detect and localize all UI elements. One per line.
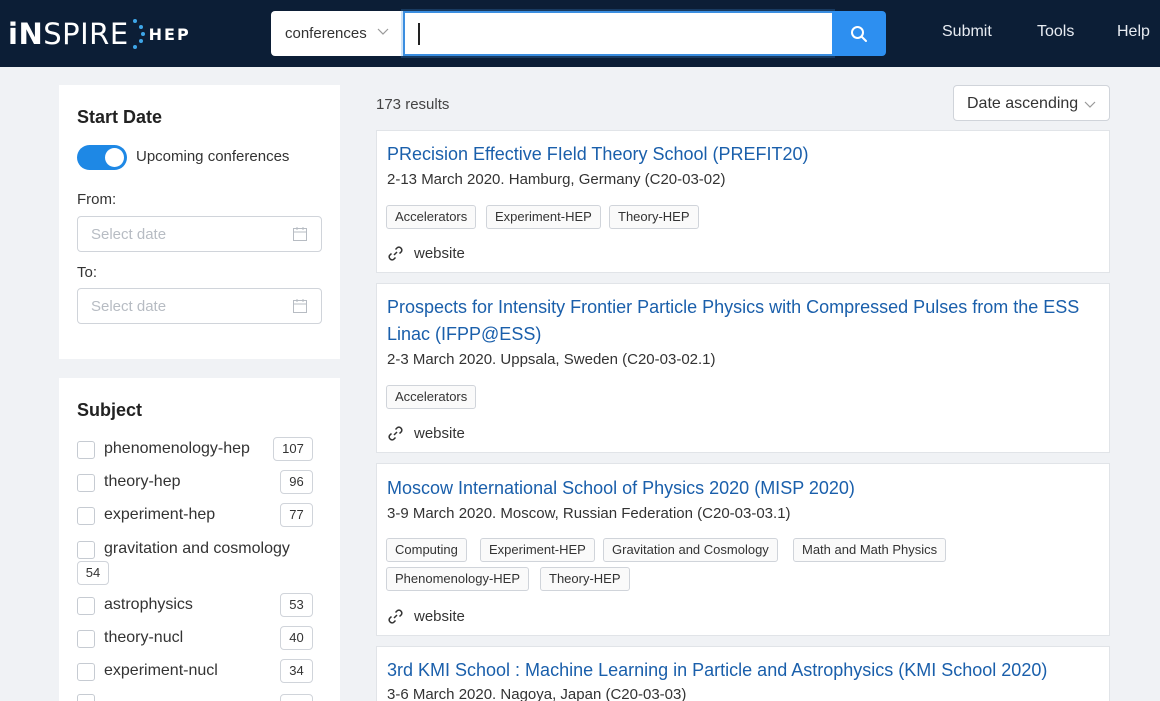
subject-tag: Theory-HEP <box>609 205 699 229</box>
website-link[interactable]: website <box>387 425 465 442</box>
facet-checkbox[interactable] <box>77 441 95 459</box>
conference-title[interactable]: 3rd KMI School : Machine Learning in Par… <box>387 657 1087 684</box>
facet-checkbox[interactable] <box>77 663 95 681</box>
sort-value: Date ascending <box>967 95 1079 112</box>
facet-label: experiment-hep <box>104 506 216 523</box>
logo-dots-icon <box>131 16 145 52</box>
facet-checkbox[interactable] <box>77 630 95 648</box>
from-label: From: <box>77 191 117 208</box>
website-link-label: website <box>414 245 465 262</box>
subject-tag: Phenomenology-HEP <box>386 567 530 591</box>
facet-label: gravitation and cosmology <box>104 540 290 557</box>
subject-tag: Computing <box>386 538 467 562</box>
conference-card: Prospects for Intensity Frontier Particl… <box>376 283 1110 453</box>
from-date-placeholder: Select date <box>91 226 167 243</box>
subject-tag: Theory-HEP <box>540 567 630 591</box>
facet-item-partial[interactable] <box>77 694 313 701</box>
facet-count: 77 <box>280 503 313 527</box>
inspire-hep-logo[interactable]: iNSPIRE HEP <box>8 14 191 54</box>
conference-meta: 3-9 March 2020. Moscow, Russian Federati… <box>387 505 791 522</box>
conference-title[interactable]: Moscow International School of Physics 2… <box>387 475 1087 502</box>
subject-tag: Accelerators <box>386 385 477 409</box>
top-navbar: iNSPIRE HEP conferences Submit Tools Hel… <box>0 0 1160 67</box>
results-count: 173 results <box>376 96 450 113</box>
conference-title[interactable]: Prospects for Intensity Frontier Particl… <box>387 294 1087 348</box>
subject-tag: Gravitation and Cosmology <box>603 538 778 562</box>
facet-label: theory-hep <box>104 473 181 490</box>
to-date-field[interactable]: Select date <box>77 288 322 324</box>
subject-tag: Experiment-HEP <box>486 205 601 229</box>
upcoming-toggle[interactable] <box>77 145 127 170</box>
conference-card: PRecision Effective FIeld Theory School … <box>376 130 1110 273</box>
nav-help[interactable]: Help <box>1117 23 1150 41</box>
facet-label: experiment-nucl <box>104 662 218 679</box>
facet-count: 107 <box>273 437 313 461</box>
toggle-knob <box>105 148 124 167</box>
facet-checkbox[interactable] <box>77 694 95 701</box>
link-icon <box>388 246 403 261</box>
conference-card: 3rd KMI School : Machine Learning in Par… <box>376 646 1110 701</box>
facet-checkbox[interactable] <box>77 597 95 615</box>
website-link[interactable]: website <box>387 245 465 262</box>
conference-meta: 2-3 March 2020. Uppsala, Sweden (C20-03-… <box>387 351 716 368</box>
logo-text-rest: SPIRE <box>43 17 129 51</box>
subject-title: Subject <box>77 400 143 420</box>
link-icon <box>388 426 403 441</box>
facet-label: astrophysics <box>104 596 193 613</box>
website-link-label: website <box>414 608 465 625</box>
facet-count: 53 <box>280 593 313 617</box>
conference-meta: 3-6 March 2020. Nagoya, Japan (C20-03-03… <box>387 686 687 701</box>
nav-submit[interactable]: Submit <box>942 23 992 41</box>
facet-count: 34 <box>280 659 313 683</box>
logo-text-bold: iN <box>8 17 44 51</box>
from-date-field[interactable]: Select date <box>77 216 322 252</box>
facet-count: 54 <box>77 561 109 585</box>
to-label: To: <box>77 264 98 281</box>
conference-title[interactable]: PRecision Effective FIeld Theory School … <box>387 141 1087 168</box>
search-icon <box>851 25 867 42</box>
subject-tag: Accelerators <box>386 205 477 229</box>
chevron-down-icon <box>377 28 389 35</box>
nav-tools[interactable]: Tools <box>1037 23 1074 41</box>
search-input[interactable] <box>403 11 833 56</box>
search-scope-value: conferences <box>285 25 367 42</box>
website-link-label: website <box>414 425 465 442</box>
search-scope-select[interactable]: conferences <box>271 11 403 56</box>
facet-checkbox[interactable] <box>77 507 95 525</box>
facet-label: phenomenology-hep <box>104 440 250 457</box>
link-icon <box>388 609 403 624</box>
facet-label: theory-nucl <box>104 629 184 646</box>
calendar-icon <box>293 227 307 241</box>
logo-subtitle: HEP <box>148 24 191 44</box>
facet-count-partial <box>280 694 313 701</box>
subject-tag: Math and Math Physics <box>793 538 947 562</box>
calendar-icon <box>293 299 307 313</box>
conference-meta: 2-13 March 2020. Hamburg, Germany (C20-0… <box>387 171 726 188</box>
facet-count: 96 <box>280 470 313 494</box>
website-link[interactable]: website <box>387 608 465 625</box>
facet-checkbox[interactable] <box>77 541 95 559</box>
facet-checkbox[interactable] <box>77 474 95 492</box>
chevron-down-icon <box>1084 101 1096 108</box>
upcoming-toggle-label: Upcoming conferences <box>136 148 290 165</box>
text-caret <box>418 23 420 45</box>
to-date-placeholder: Select date <box>91 298 167 315</box>
facet-count: 40 <box>280 626 313 650</box>
subject-tag: Experiment-HEP <box>480 538 595 562</box>
search-button[interactable] <box>832 11 886 56</box>
start-date-title: Start Date <box>77 107 163 127</box>
conference-card: Moscow International School of Physics 2… <box>376 463 1110 636</box>
sort-select[interactable]: Date ascending <box>953 85 1110 121</box>
